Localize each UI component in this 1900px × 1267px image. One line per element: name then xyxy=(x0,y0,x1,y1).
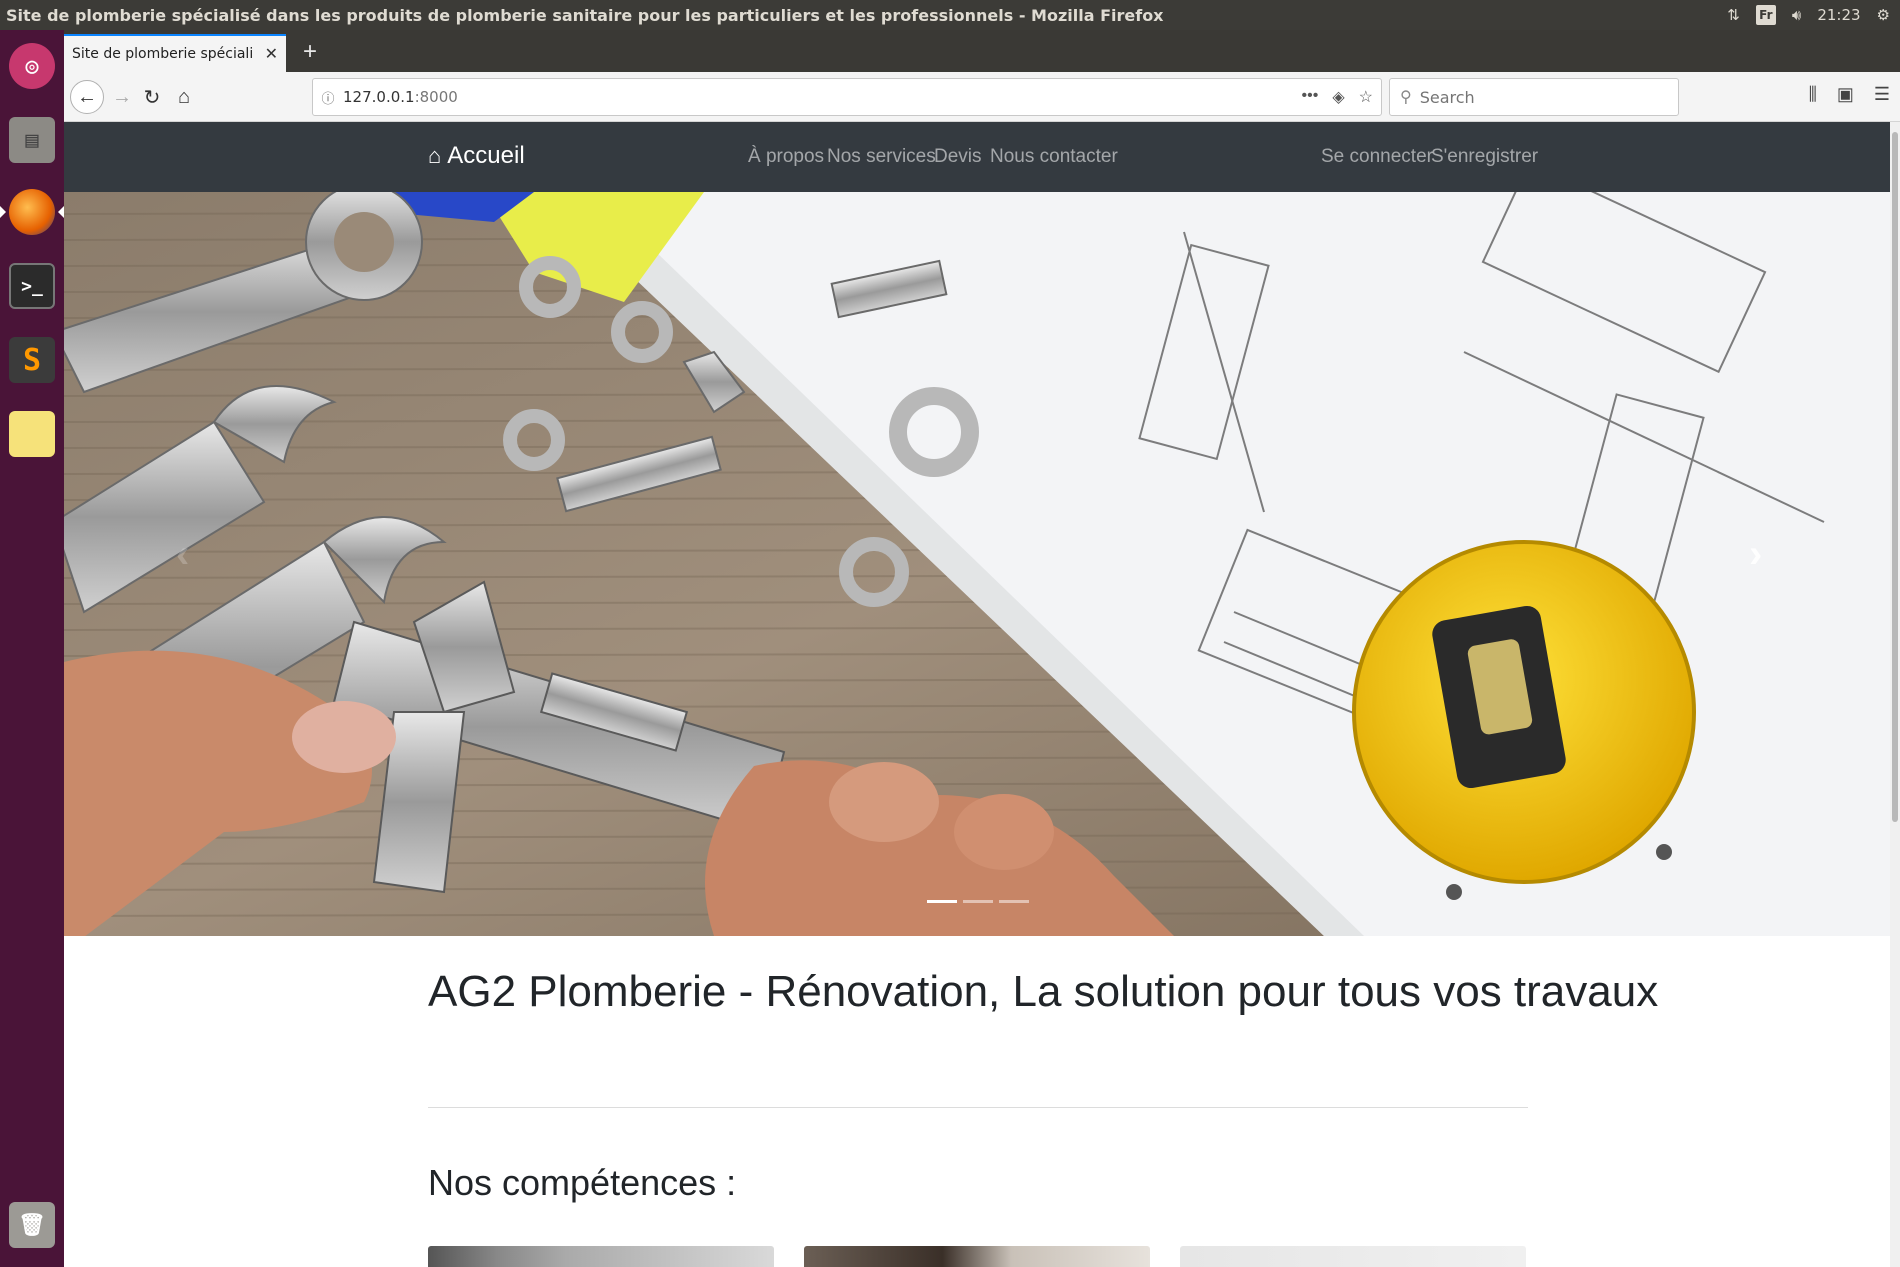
carousel-indicator-2[interactable] xyxy=(963,900,993,903)
ubuntu-launcher: ◎ ▤ >_ S 🗑︎ xyxy=(0,30,64,1267)
site-navbar: ⌂ Accueil À propos Nos services Devis No… xyxy=(64,122,1890,192)
browser-tab-bar: Site de plomberie spécialisé ✕ + xyxy=(64,30,1900,72)
browser-navbar: ← → ↻ ⌂ ⓘ 127.0.0.1:8000 ••• ◈ ☆ ⚲ ⫼ ▣ ☰ xyxy=(64,72,1900,122)
web-page: ⌂ Accueil À propos Nos services Devis No… xyxy=(64,122,1890,1267)
notes-launcher[interactable] xyxy=(6,404,58,464)
files-launcher[interactable]: ▤ xyxy=(6,110,58,170)
carousel-prev-button[interactable]: ‹ xyxy=(176,532,189,577)
sublime-text-icon: S xyxy=(9,337,55,383)
bookmark-star-icon[interactable]: ☆ xyxy=(1359,87,1373,107)
window-title: Site de plomberie spécialisé dans les pr… xyxy=(6,5,1164,25)
keyboard-layout-indicator[interactable]: Fr xyxy=(1755,5,1776,25)
nav-link-nous-contacter[interactable]: Nous contacter xyxy=(990,146,1118,168)
search-input[interactable] xyxy=(1419,87,1660,107)
nav-link-devis[interactable]: Devis xyxy=(934,146,982,168)
terminal-icon: >_ xyxy=(9,263,55,309)
sublime-text-launcher[interactable]: S xyxy=(6,330,58,390)
ubuntu-dash-button[interactable]: ◎ xyxy=(6,36,58,96)
new-tab-button[interactable]: + xyxy=(294,36,326,68)
carousel-next-button[interactable]: › xyxy=(1749,532,1762,577)
carousel-indicator-3[interactable] xyxy=(999,900,1029,903)
home-icon: ⌂ xyxy=(428,143,442,168)
url-bar[interactable]: ⓘ 127.0.0.1:8000 ••• ◈ ☆ xyxy=(312,78,1382,116)
pocket-icon[interactable]: ◈ xyxy=(1332,87,1344,107)
hamburger-menu-icon[interactable]: ☰ xyxy=(1874,84,1890,105)
close-tab-icon[interactable]: ✕ xyxy=(265,44,278,64)
sidebar-icon[interactable]: ▣ xyxy=(1837,84,1854,105)
scrollbar-thumb[interactable] xyxy=(1892,132,1898,822)
library-icon[interactable]: ⫼ xyxy=(1809,84,1817,105)
settings-gear-icon[interactable]: ⚙ xyxy=(1877,6,1890,24)
search-bar[interactable]: ⚲ xyxy=(1389,78,1679,116)
volume-icon[interactable]: 🔊︎ xyxy=(1792,6,1801,24)
forward-button[interactable]: → xyxy=(106,81,138,113)
hero-carousel[interactable]: ‹ › xyxy=(64,192,1890,936)
network-icon[interactable]: ⇅ xyxy=(1727,6,1740,24)
hero-image-tools-on-blueprint xyxy=(64,192,1890,936)
brand-home-link[interactable]: ⌂ Accueil xyxy=(428,142,525,170)
carousel-indicators xyxy=(927,900,1029,903)
ubuntu-logo-icon: ◎ xyxy=(9,43,55,89)
browser-tab[interactable]: Site de plomberie spécialisé ✕ xyxy=(64,34,286,72)
nav-link-nos-services[interactable]: Nos services xyxy=(827,146,936,168)
tab-title: Site de plomberie spécialisé xyxy=(72,46,252,62)
system-tray: ⇅ Fr 🔊︎ 21:23 ⚙ xyxy=(1727,0,1890,30)
nav-link-a-propos[interactable]: À propos xyxy=(748,146,824,168)
firefox-icon xyxy=(9,189,55,235)
clock[interactable]: 21:23 xyxy=(1817,6,1860,24)
carousel-indicator-1[interactable] xyxy=(927,900,957,903)
terminal-launcher[interactable]: >_ xyxy=(6,256,58,316)
brand-label: Accueil xyxy=(447,142,525,169)
home-icon[interactable]: ⌂ xyxy=(168,81,200,113)
url-text[interactable]: 127.0.0.1:8000 xyxy=(343,88,458,106)
site-info-icon[interactable]: ⓘ xyxy=(313,88,343,107)
firefox-launcher[interactable] xyxy=(0,182,64,242)
page-headline: AG2 Plomberie - Rénovation, La solution … xyxy=(428,967,1659,1016)
section-divider xyxy=(428,1107,1528,1108)
page-actions-icon[interactable]: ••• xyxy=(1302,87,1319,107)
competence-card-image-1[interactable] xyxy=(428,1246,774,1267)
reload-button[interactable]: ↻ xyxy=(136,81,168,113)
competence-card-image-3[interactable] xyxy=(1180,1246,1526,1267)
search-icon: ⚲ xyxy=(1400,89,1412,106)
trash-icon: 🗑︎ xyxy=(9,1202,55,1248)
sticky-note-icon xyxy=(9,411,55,457)
nav-link-se-connecter[interactable]: Se connecter xyxy=(1321,146,1433,168)
file-cabinet-icon: ▤ xyxy=(9,117,55,163)
os-topbar: Site de plomberie spécialisé dans les pr… xyxy=(0,0,1900,30)
trash-launcher[interactable]: 🗑︎ xyxy=(6,1195,58,1255)
section-title-competences: Nos compétences : xyxy=(428,1162,737,1203)
nav-link-s-enregistrer[interactable]: S'enregistrer xyxy=(1431,146,1538,168)
competence-card-image-2[interactable] xyxy=(804,1246,1150,1267)
page-scrollbar[interactable] xyxy=(1890,122,1900,1267)
back-button[interactable]: ← xyxy=(70,80,104,114)
